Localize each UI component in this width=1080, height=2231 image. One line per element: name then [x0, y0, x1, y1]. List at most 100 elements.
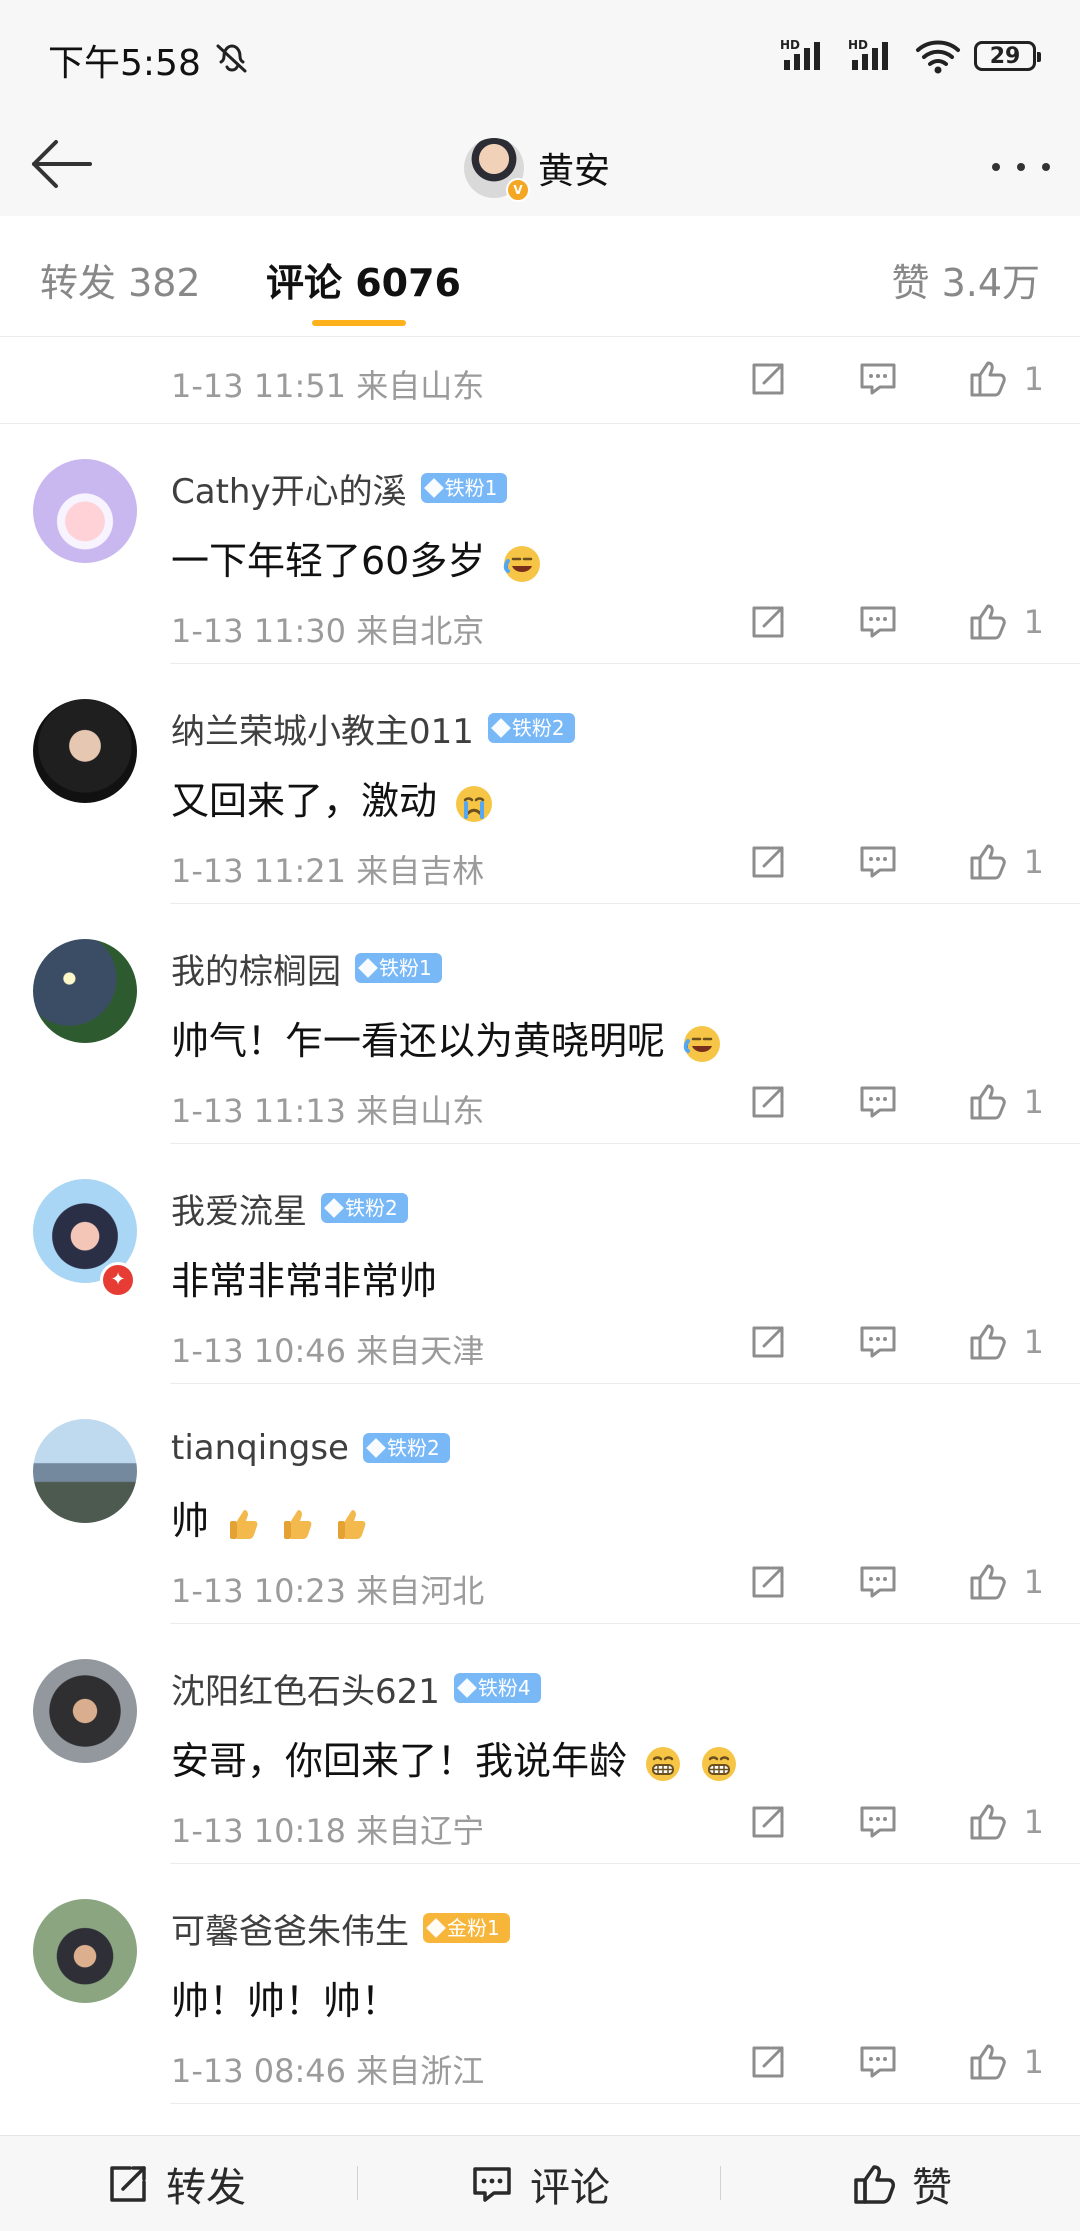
status-bar: 下午5:58 HD HD 29 [0, 0, 1080, 120]
thumbs-up-emoji-icon [338, 1509, 366, 1539]
like-icon [854, 2164, 895, 2204]
bottom-action-bar: 转发 评论 赞 [0, 2135, 1080, 2231]
battery-icon: 29 [974, 41, 1041, 71]
comment-item: 可馨爸爸朱伟生 金粉1 帅！帅！帅！ 1-13 08:46 来自浙江 1 [0, 1864, 1080, 2104]
like-icon[interactable] [966, 2040, 1010, 2084]
like-count: 1 [1023, 1083, 1044, 1121]
comment-item: 沈阳红色石头621 铁粉4 安哥，你回来了！我说年龄 1-13 10:18 来自… [0, 1624, 1080, 1864]
like-count: 1 [1023, 360, 1044, 398]
share-icon[interactable] [746, 2040, 790, 2084]
comment-icon[interactable] [856, 1320, 900, 1364]
comment-username[interactable]: 纳兰荣城小教主011 [171, 704, 474, 753]
avatar[interactable] [33, 1899, 137, 2003]
fan-badge: 铁粉2 [321, 1193, 408, 1223]
repost-button[interactable]: 转发 [104, 2136, 246, 2231]
comment-icon[interactable] [856, 357, 900, 401]
avatar[interactable] [33, 939, 137, 1043]
diamond-icon [358, 958, 378, 978]
diamond-icon [324, 1198, 344, 1218]
avatar[interactable] [33, 459, 137, 563]
mute-icon [216, 44, 247, 73]
back-arrow-icon[interactable] [24, 128, 96, 200]
grinning-emoji-icon [646, 1746, 681, 1781]
comment-actions: 1 [746, 2040, 1044, 2084]
tab-likes[interactable]: 赞 3.4万 [891, 252, 1040, 307]
comment-meta: 1-13 11:13 来自山东 [171, 1092, 485, 1130]
comment-header: 可馨爸爸朱伟生 金粉1 [171, 1904, 510, 1953]
comment-meta: 1-13 11:21 来自吉林 [171, 852, 485, 890]
share-icon[interactable] [746, 1080, 790, 1124]
comment-actions: 1 [746, 1320, 1044, 1364]
comment-icon[interactable] [856, 2040, 900, 2084]
tab-comments[interactable]: 评论 6076 [266, 252, 461, 307]
comment-meta: 1-13 10:46 来自天津 [171, 1332, 485, 1370]
comment-username[interactable]: Cathy开心的溪 [171, 464, 407, 513]
share-icon[interactable] [746, 357, 790, 401]
fan-badge: 金粉1 [423, 1913, 510, 1943]
avatar[interactable]: V [464, 138, 530, 202]
comment-username[interactable]: tianqingse [171, 1428, 349, 1468]
laugh-cry-emoji-icon [683, 1025, 721, 1062]
like-count: 1 [1023, 843, 1044, 881]
like-icon[interactable] [966, 357, 1010, 401]
comment-header: 纳兰荣城小教主011 铁粉2 [171, 704, 575, 753]
avatar[interactable] [33, 1419, 137, 1523]
share-icon[interactable] [746, 840, 790, 884]
share-icon[interactable] [746, 1320, 790, 1364]
diamond-icon [491, 718, 511, 738]
comment-icon[interactable] [856, 1560, 900, 1604]
fan-badge: 铁粉2 [362, 1433, 450, 1463]
comment-meta: 1-13 08:46 来自浙江 [171, 2052, 485, 2090]
comment-username[interactable]: 我爱流星 [171, 1184, 307, 1233]
more-icon[interactable] [988, 152, 1054, 182]
comment-icon [473, 2166, 511, 2202]
comment-icon[interactable] [856, 840, 900, 884]
comment-actions: 1 [746, 600, 1044, 644]
page-title: 黄安 [538, 151, 611, 192]
comment-icon[interactable] [856, 1080, 900, 1124]
avatar[interactable] [33, 1659, 137, 1763]
like-icon[interactable] [966, 840, 1010, 884]
like-button[interactable]: 赞 [850, 2136, 952, 2231]
diamond-icon [423, 478, 444, 498]
comment-meta: 1-13 11:30 来自北京 [171, 612, 485, 650]
thumbs-up-emoji-icon [230, 1509, 258, 1539]
comment-text: 非常非常非常帅 [171, 1259, 438, 1303]
user-badge-icon: ✦ [100, 1262, 136, 1298]
comment-text: 又回来了，激动 [171, 770, 495, 825]
divider [357, 2166, 358, 2200]
like-icon[interactable] [966, 600, 1010, 644]
comment-header: tianqingse 铁粉2 [171, 1426, 450, 1470]
comment-item: 纳兰荣城小教主011 铁粉2 又回来了，激动 1-13 11:21 来自吉林 1 [0, 664, 1080, 904]
avatar[interactable] [33, 699, 137, 803]
comment-icon[interactable] [856, 1800, 900, 1844]
comment-button[interactable]: 评论 [468, 2136, 610, 2231]
share-icon[interactable] [746, 1560, 790, 1604]
grinning-emoji-icon [702, 1746, 737, 1781]
share-icon [110, 2165, 146, 2202]
laugh-cry-emoji-icon [504, 545, 541, 582]
post-author[interactable]: V 黄安 [464, 120, 610, 216]
comment-item: 我的棕榈园 铁粉1 帅气！乍一看还以为黄晓明呢 1-13 11:13 来自山东 [0, 904, 1080, 1144]
like-icon[interactable] [966, 1560, 1010, 1604]
diamond-icon [366, 1438, 386, 1458]
like-count: 1 [1023, 1803, 1044, 1841]
comment-username[interactable]: 我的棕榈园 [171, 944, 341, 993]
like-icon[interactable] [966, 1320, 1010, 1364]
diamond-icon [426, 1918, 446, 1938]
tab-repost[interactable]: 转发 382 [40, 252, 201, 307]
comment-actions: 1 [746, 840, 1044, 884]
comment-text: 帅气！乍一看还以为黄晓明呢 [171, 1010, 723, 1065]
share-icon[interactable] [746, 1800, 790, 1844]
comment-icon[interactable] [856, 600, 900, 644]
share-icon[interactable] [746, 600, 790, 644]
wifi-icon [916, 40, 960, 74]
comment-username[interactable]: 沈阳红色石头621 [171, 1664, 440, 1713]
active-tab-indicator [312, 320, 406, 326]
like-icon[interactable] [966, 1080, 1010, 1124]
like-icon[interactable] [966, 1800, 1010, 1844]
comment-meta: 1-13 11:51 来自山东 [171, 367, 485, 405]
comment-username[interactable]: 可馨爸爸朱伟生 [171, 1904, 409, 1953]
fan-badge: 铁粉1 [420, 473, 508, 503]
comment-text: 帅！帅！帅！ [171, 1979, 400, 2023]
